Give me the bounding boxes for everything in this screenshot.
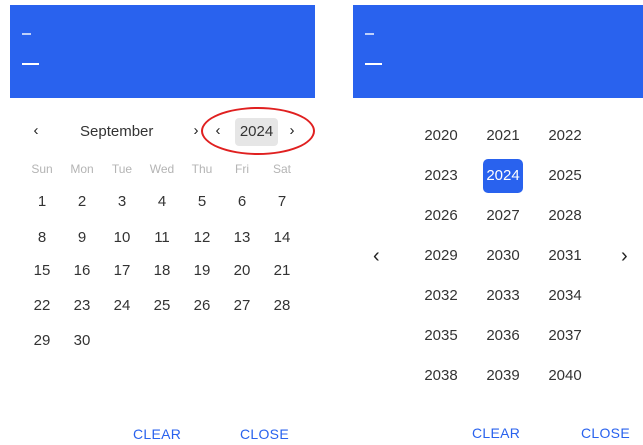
highlight-circle-annotation: [201, 107, 315, 155]
day-cell[interactable]: 24: [102, 296, 142, 316]
day-cell[interactable]: 16: [62, 261, 102, 281]
day-cell[interactable]: 1: [22, 192, 62, 212]
year-picker-panel: ‹ › 2020 2021 2022 2023 2024 2025 2026 2027 2028…: [353, 0, 643, 445]
day-cell[interactable]: 29: [22, 331, 62, 351]
header-placeholder-small: [22, 33, 31, 35]
day-cell[interactable]: 3: [102, 192, 142, 212]
year-cell[interactable]: 2040: [543, 361, 587, 391]
year-cell[interactable]: 2022: [543, 121, 587, 151]
close-button[interactable]: CLOSE: [581, 424, 630, 442]
picker-header: [10, 5, 315, 98]
day-cell[interactable]: 11: [142, 228, 182, 248]
year-cell[interactable]: 2023: [419, 161, 463, 191]
clear-button[interactable]: CLEAR: [133, 425, 181, 443]
year-cell[interactable]: 2038: [419, 361, 463, 391]
year-cell[interactable]: 2026: [419, 201, 463, 231]
day-cell[interactable]: 26: [182, 296, 222, 316]
year-cell[interactable]: 2029: [419, 241, 463, 271]
day-cell[interactable]: 18: [142, 261, 182, 281]
day-cell[interactable]: 20: [222, 261, 262, 281]
month-label[interactable]: September: [80, 122, 153, 142]
weekday-label: Tue: [111, 162, 133, 176]
day-cell[interactable]: 4: [142, 192, 182, 212]
day-cell[interactable]: 28: [262, 296, 302, 316]
weekday-label: Thu: [191, 162, 213, 176]
weekday-label: Wed: [149, 162, 175, 176]
day-cell[interactable]: 27: [222, 296, 262, 316]
day-cell[interactable]: 8: [22, 228, 62, 248]
prev-years-button[interactable]: ‹: [373, 246, 380, 266]
weekday-label: Mon: [70, 162, 94, 176]
year-cell[interactable]: 2032: [419, 281, 463, 311]
close-button[interactable]: CLOSE: [240, 425, 289, 443]
day-cell[interactable]: 22: [22, 296, 62, 316]
day-cell[interactable]: 13: [222, 228, 262, 248]
weekday-label: Sun: [31, 162, 53, 176]
date-picker-panel: ‹ September › ‹ 2024 › Sun Mon Tue Wed Thu Fr…: [10, 0, 315, 445]
year-cell[interactable]: 2030: [481, 241, 525, 271]
day-cell[interactable]: 14: [262, 228, 302, 248]
year-cell[interactable]: 2020: [419, 121, 463, 151]
next-years-button[interactable]: ›: [621, 246, 628, 266]
year-cell[interactable]: 2031: [543, 241, 587, 271]
day-cell[interactable]: 21: [262, 261, 302, 281]
year-cell[interactable]: 2034: [543, 281, 587, 311]
year-cell[interactable]: 2025: [543, 161, 587, 191]
day-cell[interactable]: 9: [62, 228, 102, 248]
header-placeholder-large: [365, 63, 382, 65]
year-cell-selected[interactable]: 2024: [483, 159, 523, 193]
day-cell[interactable]: 10: [102, 228, 142, 248]
weekday-label: Fri: [235, 162, 249, 176]
header-placeholder-small: [365, 33, 374, 35]
picker-header: [353, 5, 643, 98]
year-cell[interactable]: 2036: [481, 321, 525, 351]
day-cell[interactable]: 7: [262, 192, 302, 212]
day-cell[interactable]: 30: [62, 331, 102, 351]
prev-month-button[interactable]: ‹: [26, 121, 46, 141]
year-cell[interactable]: 2037: [543, 321, 587, 351]
year-cell[interactable]: 2039: [481, 361, 525, 391]
year-cell[interactable]: 2021: [481, 121, 525, 151]
day-cell[interactable]: 5: [182, 192, 222, 212]
day-cell[interactable]: 15: [22, 261, 62, 281]
day-cell[interactable]: 6: [222, 192, 262, 212]
day-cell[interactable]: 12: [182, 228, 222, 248]
weekday-label: Sat: [272, 162, 291, 176]
header-placeholder-large: [22, 63, 39, 65]
day-cell[interactable]: 2: [62, 192, 102, 212]
day-cell[interactable]: 17: [102, 261, 142, 281]
year-cell[interactable]: 2027: [481, 201, 525, 231]
year-cell[interactable]: 2033: [481, 281, 525, 311]
day-cell[interactable]: 19: [182, 261, 222, 281]
clear-button[interactable]: CLEAR: [472, 424, 520, 442]
day-cell[interactable]: 23: [62, 296, 102, 316]
year-cell[interactable]: 2028: [543, 201, 587, 231]
day-cell[interactable]: 25: [142, 296, 182, 316]
year-cell[interactable]: 2035: [419, 321, 463, 351]
